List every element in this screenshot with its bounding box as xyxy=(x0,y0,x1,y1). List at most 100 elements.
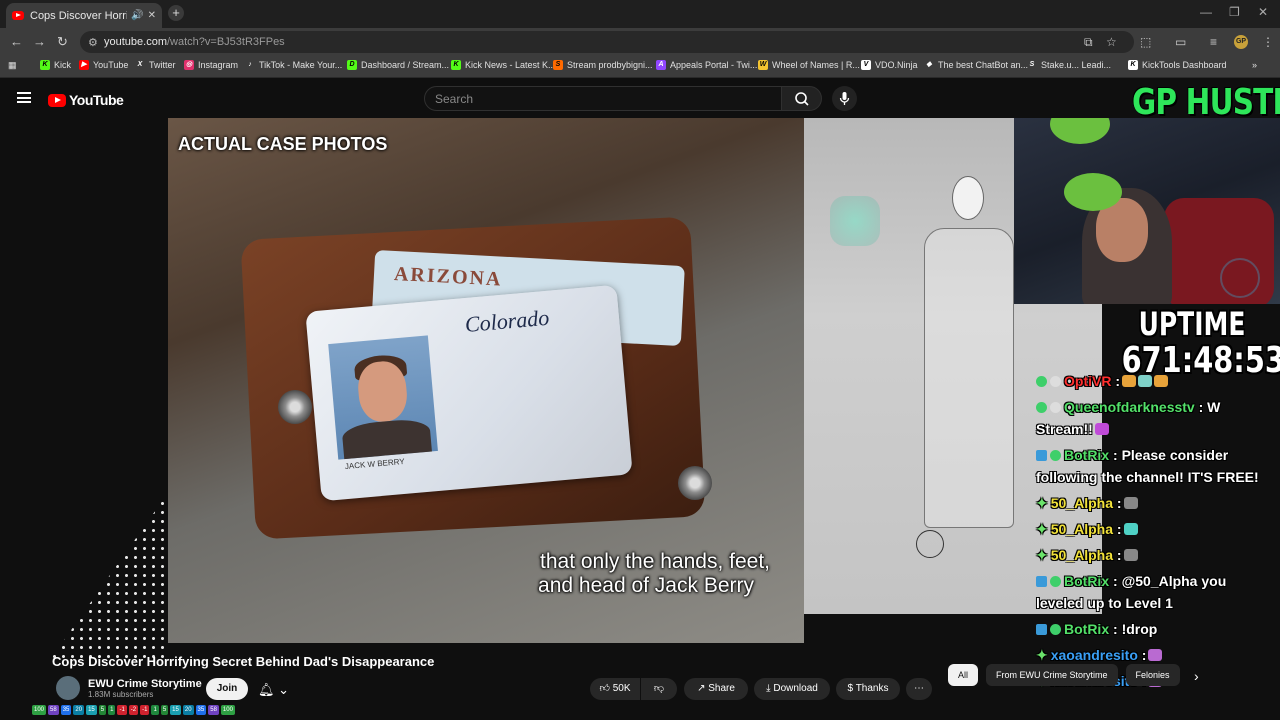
bookmark-twitter[interactable]: X Twitter xyxy=(135,60,176,70)
dot-pattern-decoration xyxy=(50,490,170,660)
bookmark-vdo-ninja[interactable]: V VDO.Ninja xyxy=(861,60,918,70)
bookmark-appeals[interactable]: A Appeals Portal - Twi... xyxy=(656,60,757,70)
menu-kebab-icon[interactable]: ⋮ xyxy=(1262,35,1274,49)
stream-icon: S xyxy=(553,60,563,70)
close-window-icon[interactable]: ✕ xyxy=(1258,5,1268,19)
tiktok-icon: ♪ xyxy=(248,61,252,68)
site-info-icon[interactable]: ⚙ xyxy=(88,36,98,49)
bookmark-tiktok[interactable]: ♪ TikTok - Make Your... xyxy=(245,60,342,70)
verified-badge-icon xyxy=(1050,624,1061,635)
thanks-button[interactable]: $ Thanks xyxy=(836,678,900,700)
wave-logo-icon xyxy=(1220,258,1260,298)
stream-brand: GP HUSTLA xyxy=(1132,82,1280,123)
subscriber-count: 1.83M subscribers xyxy=(88,689,154,699)
join-button[interactable]: Join xyxy=(206,678,248,700)
bookmark-label: KickTools Dashboard xyxy=(1142,60,1227,70)
notification-bell-icon[interactable]: 🔔︎ ⌄ xyxy=(258,682,289,698)
level-chip: -1 xyxy=(117,705,127,715)
channel-avatar[interactable] xyxy=(56,676,80,700)
bookmark-label: Stake.u... Leadi... xyxy=(1041,60,1112,70)
wallet-snap xyxy=(678,466,712,500)
chat-message: ✦ 50_Alpha : xyxy=(1036,492,1276,514)
mod-badge-icon xyxy=(1050,402,1061,413)
share-button[interactable]: ↗ Share xyxy=(684,678,748,700)
voice-search-button[interactable] xyxy=(832,86,857,111)
level-chip: 35 xyxy=(60,705,72,715)
download-button[interactable]: ⤓ Download xyxy=(754,678,830,700)
bookmark-label: Dashboard / Stream... xyxy=(361,60,450,70)
bookmark-label: TikTok - Make Your... xyxy=(259,60,343,70)
profile-avatar[interactable]: GP xyxy=(1234,35,1248,49)
chevron-right-icon[interactable]: › xyxy=(1194,668,1199,684)
more-actions-button[interactable]: ⋯ xyxy=(906,678,932,700)
channel-info[interactable]: EWU Crime Storytime 1.83M subscribers xyxy=(56,676,202,700)
bookmark-star-icon[interactable]: ☆ xyxy=(1106,35,1117,49)
audio-icon[interactable]: 🔊 xyxy=(131,10,143,21)
like-count: 50K xyxy=(612,683,631,694)
subtitle-line: and head of Jack Berry xyxy=(538,574,754,597)
microphone-icon xyxy=(839,92,850,105)
bookmark-label: Kick News - Latest K... xyxy=(465,60,556,70)
chip-felonies[interactable]: Felonies xyxy=(1125,664,1180,686)
youtube-header: YouTube Search xyxy=(0,78,1280,118)
chip-all[interactable]: All xyxy=(948,664,979,686)
bookmark-label: VDO.Ninja xyxy=(875,60,918,70)
reload-icon[interactable]: ↻ xyxy=(57,34,68,50)
search-input[interactable]: Search xyxy=(424,86,782,111)
bookmarks-bar: ▦ K Kick ▶ YouTube X Twitter ◎ Instagram ♪ Ti… xyxy=(0,56,1280,78)
install-icon[interactable]: ⧉ xyxy=(1084,35,1093,50)
minimize-icon[interactable]: — xyxy=(1200,5,1212,19)
bookmark-dashboard[interactable]: D Dashboard / Stream... xyxy=(347,60,449,70)
maximize-icon[interactable]: ❐ xyxy=(1229,5,1240,19)
apps-grid-icon[interactable]: ▦ xyxy=(8,60,17,71)
dislike-button[interactable]: 👎︎ xyxy=(641,678,677,700)
youtube-logo[interactable]: YouTube xyxy=(48,92,124,108)
level-chip: 58 xyxy=(208,705,219,715)
url-text: youtube.com/watch?v=BJ53tR3FPes xyxy=(104,36,285,48)
bookmark-wheel[interactable]: W Wheel of Names | R... xyxy=(758,60,860,70)
share-icon: ↗ xyxy=(697,683,706,694)
verified-badge-icon xyxy=(1036,402,1047,413)
more-bookmarks-icon[interactable]: » xyxy=(1252,60,1257,70)
new-tab-button[interactable]: + xyxy=(168,5,184,21)
forward-icon[interactable]: → xyxy=(33,34,46,49)
frog-emote-icon xyxy=(1050,118,1110,144)
video-title: Cops Discover Horrifying Secret Behind D… xyxy=(52,654,435,669)
like-button[interactable]: 👍︎ 50K xyxy=(590,678,640,700)
sparkle-badge-icon: ✦ xyxy=(1036,647,1048,663)
cast-icon[interactable]: ▭ xyxy=(1175,35,1186,49)
chip-from-channel[interactable]: From EWU Crime Storytime xyxy=(986,664,1118,686)
media-control-icon[interactable]: ≡ xyxy=(1210,35,1217,49)
kick-dashboard-icon: D xyxy=(347,60,357,70)
bookmark-label: Kick xyxy=(54,60,72,70)
level-chip: 100 xyxy=(32,705,47,715)
bookmark-youtube[interactable]: ▶ YouTube xyxy=(79,60,128,70)
chat-username: BotRix xyxy=(1064,573,1110,589)
chat-message: ✦xaoandresito : xyxy=(1036,644,1276,666)
hamburger-menu-icon[interactable] xyxy=(17,92,31,103)
chat-message: ✦ 50_Alpha : xyxy=(1036,518,1276,540)
browser-tab[interactable]: Cops Discover Horrifying Se 🔊 ✕ xyxy=(6,3,162,28)
verified-badge-icon xyxy=(1036,376,1047,387)
bookmark-kick-news[interactable]: K Kick News - Latest K... xyxy=(451,60,556,70)
address-bar[interactable]: ⚙ youtube.com/watch?v=BJ53tR3FPes xyxy=(80,31,1134,53)
recommendation-chips: All From EWU Crime Storytime Felonies xyxy=(948,664,1180,686)
extensions-icon[interactable]: ⬚ xyxy=(1140,35,1151,49)
download-label: Download xyxy=(773,683,818,694)
bookmark-stake[interactable]: S Stake.u... Leadi... xyxy=(1027,60,1111,70)
bookmark-kick[interactable]: K Kick xyxy=(40,60,71,70)
thumbs-up-icon: 👍︎ xyxy=(599,683,610,694)
bookmark-stream[interactable]: S Stream prodbybigni... xyxy=(553,60,653,70)
bookmark-chatbot[interactable]: ◆ The best ChatBot an... xyxy=(924,60,1028,70)
chat-overlay: OptiVR : Queenofdarknesstv : W Stream!! … xyxy=(1036,370,1276,696)
stake-icon: S xyxy=(1029,61,1035,68)
photo-shirt xyxy=(341,417,432,460)
close-tab-icon[interactable]: ✕ xyxy=(148,10,156,21)
url-path: /watch?v=BJ53tR3FPes xyxy=(166,36,285,48)
back-icon[interactable]: ← xyxy=(10,34,23,49)
channel-name[interactable]: EWU Crime Storytime xyxy=(88,678,202,690)
video-player[interactable]: ARIZONA Colorado JACK W BERRY ACTUAL CAS… xyxy=(168,118,804,643)
bookmark-instagram[interactable]: ◎ Instagram xyxy=(184,60,238,70)
bookmark-kicktools[interactable]: K KickTools Dashboard xyxy=(1128,60,1227,70)
search-button[interactable] xyxy=(781,86,822,111)
